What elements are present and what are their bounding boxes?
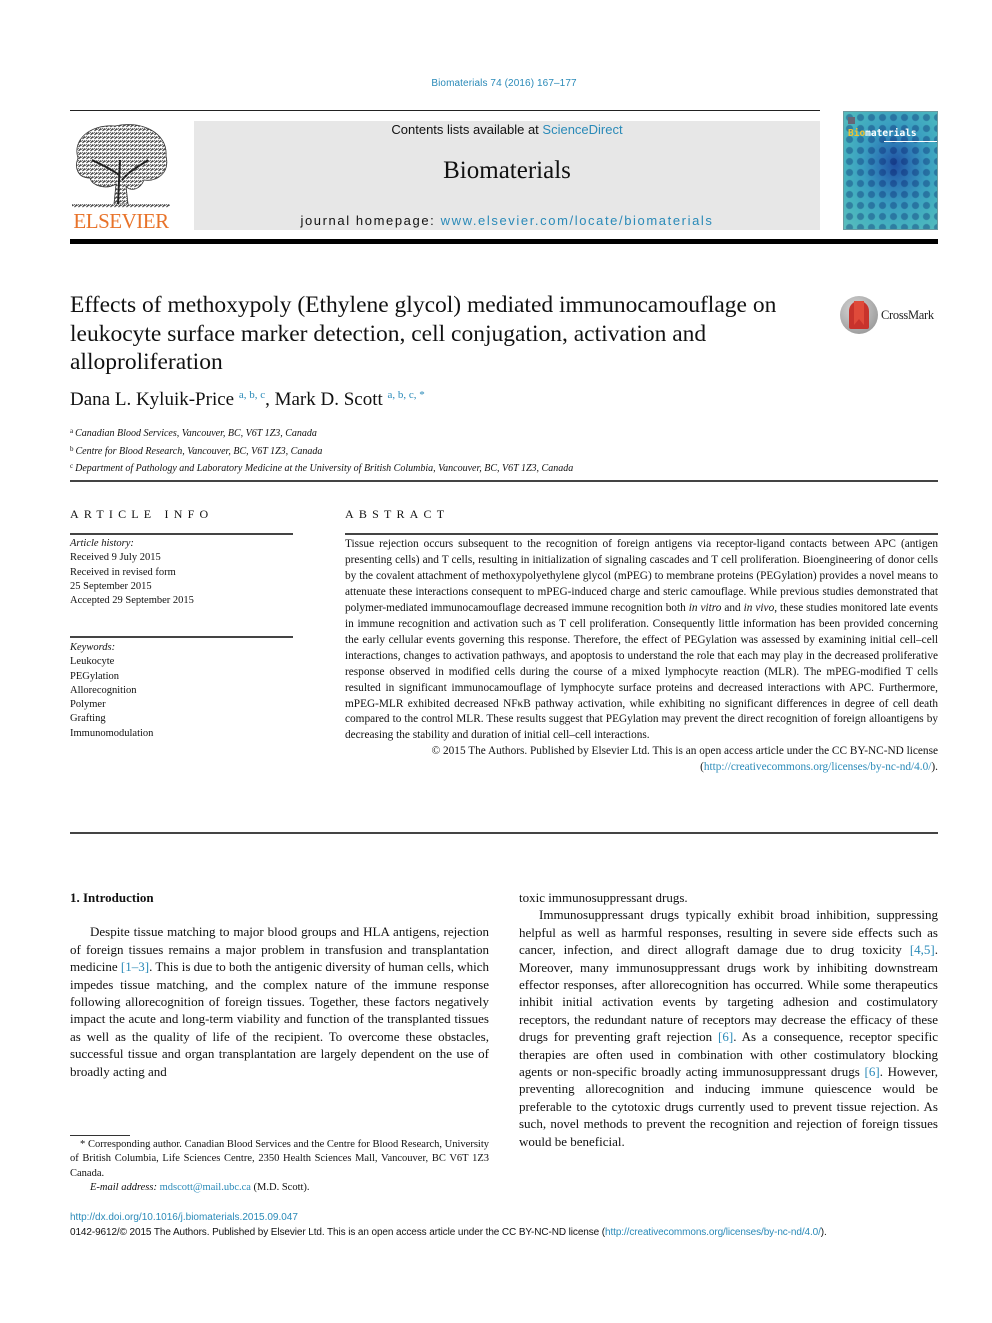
- section-heading-introduction: 1. Introduction: [70, 890, 154, 905]
- author-name[interactable]: Mark D. Scott: [275, 389, 383, 410]
- intro-paragraph-1: Despite tissue matching to major blood g…: [70, 923, 489, 1080]
- abstract-rule: [345, 533, 938, 535]
- homepage-line: journal homepage: www.elsevier.com/locat…: [194, 213, 820, 228]
- author-separator: ,: [265, 389, 275, 410]
- section-rule: [70, 480, 938, 482]
- elsevier-tree-icon: [72, 124, 170, 208]
- affiliation-text: Department of Pathology and Laboratory M…: [75, 463, 574, 474]
- abstract-text-part: and: [721, 601, 744, 614]
- author-affiliation-marks[interactable]: a, b, c: [239, 389, 265, 401]
- affiliation-text: Centre for Blood Research, Vancouver, BC…: [75, 445, 323, 457]
- keywords-rule: [70, 636, 293, 638]
- abstract-body: Tissue rejection occurs subsequent to th…: [345, 537, 938, 776]
- keyword-item: Polymer: [70, 699, 106, 711]
- issn-license-line: 0142-9612/© 2015 The Authors. Published …: [70, 1227, 827, 1238]
- journal-masthead: Contents lists available at ScienceDirec…: [194, 121, 820, 230]
- keyword-item: Grafting: [70, 713, 106, 725]
- license-link[interactable]: http://creativecommons.org/licenses/by-n…: [704, 761, 932, 773]
- author-list: Dana L. Kyluik-Price a, b, c, Mark D. Sc…: [70, 389, 425, 411]
- keywords-label: Keywords:: [70, 642, 116, 653]
- footer-license-link[interactable]: http://creativecommons.org/licenses/by-n…: [605, 1227, 821, 1238]
- email-label: E-mail address:: [90, 1181, 157, 1193]
- keywords: Keywords: Leukocyte PEGylation Allorecog…: [70, 641, 293, 741]
- abstract-heading: ABSTRACT: [345, 507, 450, 521]
- article-info-heading: ARTICLE INFO: [70, 507, 214, 521]
- affiliation-item: c Department of Pathology and Laboratory …: [70, 459, 573, 477]
- homepage-prefix: journal homepage:: [300, 213, 441, 228]
- body-column-right: toxic immunosuppressant drugs. Immunosup…: [519, 889, 938, 1150]
- abstract-italic: in vivo: [743, 601, 775, 614]
- crossmark-label: CrossMark: [881, 308, 934, 322]
- affiliation-mark: b: [70, 444, 74, 453]
- email-suffix: (M.D. Scott).: [250, 1181, 310, 1193]
- intro-paragraph-1-continued: toxic immunosuppressant drugs.: [519, 890, 688, 905]
- paragraph-text: . This is due to both the antigenic dive…: [70, 959, 489, 1079]
- cover-elsevier-emblem-icon: [848, 117, 855, 124]
- keyword-item: Leukocyte: [70, 656, 115, 668]
- history-item: 25 September 2015: [70, 580, 152, 592]
- history-item: Accepted 29 September 2015: [70, 595, 194, 607]
- affiliation-mark: c: [70, 462, 74, 470]
- doi-link[interactable]: http://dx.doi.org/10.1016/j.biomaterials…: [70, 1212, 298, 1223]
- body-column-left: 1. Introduction Despite tissue matching …: [70, 889, 489, 1080]
- copyright-close: ).: [931, 761, 938, 774]
- issn-text: 0142-9612/© 2015 The Authors. Published …: [70, 1227, 606, 1238]
- intro-paragraph-2: Immunosuppressant drugs typically exhibi…: [519, 906, 938, 1150]
- email-link[interactable]: mdscott@mail.ubc.ca: [160, 1182, 251, 1193]
- paragraph-text: Immunosuppressant drugs typically exhibi…: [519, 907, 938, 958]
- footnote-rule: [70, 1135, 130, 1136]
- cover-title: Biomaterials: [848, 128, 917, 139]
- history-item: Received 9 July 2015: [70, 552, 161, 564]
- keyword-item: PEGylation: [70, 670, 119, 682]
- homepage-link[interactable]: www.elsevier.com/locate/biomaterials: [441, 213, 714, 228]
- affiliation-item: a Canadian Blood Services, Vancouver, BC,…: [70, 424, 573, 442]
- issn-close: ).: [820, 1227, 827, 1238]
- cover-title-rule: [884, 141, 937, 142]
- keyword-item: Allorecognition: [70, 684, 137, 696]
- header-thick-rule: [70, 239, 938, 244]
- reference-link[interactable]: [1–3]: [121, 959, 149, 974]
- corresponding-author-footnote: * Corresponding author. Canadian Blood S…: [70, 1138, 489, 1195]
- corresponding-author-text: * Corresponding author. Canadian Blood S…: [70, 1139, 489, 1179]
- header-rule: [70, 110, 820, 111]
- article-history-label: Article history:: [70, 538, 134, 549]
- journal-name: Biomaterials: [443, 157, 571, 184]
- crossmark-icon: [840, 296, 878, 334]
- keyword-item: Immunomodulation: [70, 727, 154, 739]
- affiliation-item: b Centre for Blood Research, Vancouver, B…: [70, 442, 573, 460]
- reference-link[interactable]: [6]: [865, 1064, 880, 1079]
- abstract-text: Tissue rejection occurs subsequent to th…: [345, 537, 938, 744]
- elsevier-wordmark: ELSEVIER: [73, 209, 169, 233]
- affiliations: a Canadian Blood Services, Vancouver, BC,…: [70, 424, 573, 477]
- journal-citation[interactable]: Biomaterials 74 (2016) 167–177: [0, 78, 992, 89]
- affiliation-text: Canadian Blood Services, Vancouver, BC, …: [75, 428, 317, 439]
- contents-line: Contents lists available at ScienceDirec…: [194, 122, 820, 137]
- abstract-text-part: , these studies monitored late events in…: [345, 601, 939, 742]
- reference-link[interactable]: [6]: [718, 1029, 733, 1044]
- affiliation-mark: a: [70, 427, 74, 435]
- abstract-italic: in vitro: [688, 601, 722, 614]
- crossmark-button[interactable]: CrossMark: [840, 296, 950, 336]
- history-item: Received in revised form: [70, 566, 176, 578]
- cover-title-rest: materials: [865, 128, 917, 139]
- article-info-rule: [70, 533, 293, 535]
- email-line: E-mail address: mdscott@mail.ubc.ca (M.D…: [70, 1181, 489, 1195]
- journal-cover-image[interactable]: Biomaterials: [843, 111, 938, 230]
- author-affiliation-marks[interactable]: a, b, c, *: [388, 389, 425, 401]
- author-name[interactable]: Dana L. Kyluik-Price: [70, 389, 234, 410]
- abstract-bottom-rule: [70, 832, 938, 834]
- reference-link[interactable]: [4,5]: [910, 942, 935, 957]
- article-history: Article history: Received 9 July 2015 Re…: [70, 537, 293, 608]
- elsevier-logo[interactable]: ELSEVIER: [70, 120, 172, 233]
- article-title: Effects of methoxypoly (Ethylene glycol)…: [70, 292, 777, 375]
- contents-prefix: Contents lists available at: [391, 122, 543, 137]
- abstract-copyright: © 2015 The Authors. Published by Elsevie…: [345, 744, 938, 776]
- cover-title-bio: Bio: [848, 128, 866, 139]
- sciencedirect-link[interactable]: ScienceDirect: [542, 122, 622, 137]
